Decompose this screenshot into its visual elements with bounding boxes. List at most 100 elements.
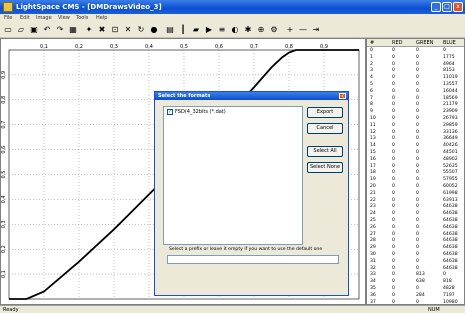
table-row[interactable]: 32 0 0 64638 — [367, 265, 464, 272]
refresh-icon[interactable]: ↻ — [136, 25, 146, 35]
table-row[interactable]: 36 0 284 7197 — [367, 292, 464, 299]
table-row[interactable]: 12 0 0 33136 — [367, 129, 464, 136]
table-row[interactable]: 5 0 0 13557 — [367, 82, 464, 88]
table-row[interactable]: 31 0 0 64638 — [367, 259, 464, 265]
table-row[interactable]: 9 0 0 23909 — [367, 109, 464, 115]
table-row[interactable]: 23 0 0 64638 — [367, 204, 464, 210]
prefix-input[interactable] — [167, 255, 339, 264]
cell-green: 0 — [416, 286, 419, 291]
close-button[interactable]: x — [453, 2, 463, 12]
table-row[interactable]: 11 0 0 29859 — [367, 123, 464, 129]
format-item[interactable]: ✓ FSD(4_32bits (*.dat) — [167, 109, 301, 117]
cell-red: 0 — [392, 136, 395, 142]
select-none-button[interactable]: Select None — [307, 162, 343, 173]
table-row[interactable]: 0 0 0 0 — [367, 48, 464, 54]
cell-index: 13 — [370, 136, 376, 142]
export-button[interactable]: Export — [307, 107, 343, 118]
dialog-close-button[interactable]: x — [339, 93, 346, 99]
menu-image[interactable]: Image — [36, 15, 52, 21]
table-row[interactable]: 24 0 0 64638 — [367, 211, 464, 217]
table-row[interactable]: 10 0 0 26793 — [367, 116, 464, 122]
cell-green: 284 — [416, 292, 425, 298]
table-row[interactable]: 27 0 0 64638 — [367, 231, 464, 238]
arrows-icon[interactable]: ⇥ — [311, 25, 321, 35]
table-row[interactable]: 21 0 0 61998 — [367, 191, 464, 197]
cell-red: 0 — [392, 184, 395, 189]
table-row[interactable]: 33 0 813 0 — [367, 272, 464, 278]
table-row[interactable]: 18 0 0 55507 — [367, 170, 464, 176]
maximize-button[interactable]: □ — [442, 2, 452, 12]
menu-file[interactable]: File — [4, 15, 12, 21]
table-row[interactable]: 25 0 0 64638 — [367, 218, 464, 224]
plot-icon[interactable]: ▰ — [191, 25, 201, 35]
cell-blue: 64638 — [443, 231, 458, 237]
menu-view[interactable]: View — [58, 15, 70, 21]
header-blue: BLUE — [443, 40, 456, 46]
format-checkbox[interactable]: ✓ — [167, 109, 173, 115]
x-tick-label: 0,8 — [285, 44, 293, 50]
ruler-icon[interactable]: ≡ — [217, 25, 227, 35]
table-row[interactable]: 35 0 0 4828 — [367, 286, 464, 292]
cell-index: 12 — [370, 129, 376, 135]
cell-index: 32 — [370, 265, 376, 271]
crop-icon[interactable]: ⊡ — [110, 25, 120, 35]
x-tick-label: 0,6 — [215, 44, 223, 50]
table-row[interactable]: 15 0 0 44501 — [367, 150, 464, 156]
table-row[interactable]: 28 0 0 64638 — [367, 238, 464, 244]
chart-icon[interactable]: ▤ — [165, 25, 175, 35]
table-row[interactable]: 16 0 0 48902 — [367, 157, 464, 163]
vertical-icon[interactable]: ┃ — [178, 25, 188, 35]
undo-icon[interactable]: ↶ — [42, 25, 52, 35]
table-row[interactable]: 26 0 0 64638 — [367, 225, 464, 231]
open-folder-icon[interactable]: ▱ — [16, 25, 26, 35]
formats-list[interactable]: ✓ FSD(4_32bits (*.dat) — [163, 106, 303, 245]
save-icon[interactable]: ▣ — [29, 25, 39, 35]
minimize-button[interactable]: _ — [431, 2, 441, 12]
table-row[interactable]: 19 0 0 57955 — [367, 177, 464, 183]
cell-green: 0 — [416, 102, 419, 108]
table-row[interactable]: 3 0 0 8153 — [367, 68, 464, 74]
table-row[interactable]: 2 0 0 4964 — [367, 62, 464, 68]
palette-icon[interactable]: ◐ — [230, 25, 240, 35]
table-row[interactable]: 20 0 0 60052 — [367, 184, 464, 190]
table-row[interactable]: 4 0 0 11019 — [367, 75, 464, 81]
x-tick-label: 0,5 — [180, 44, 188, 50]
x-icon[interactable]: ✕ — [123, 25, 133, 35]
table-row[interactable]: 30 0 0 64638 — [367, 252, 464, 258]
circle-icon[interactable]: ● — [149, 25, 159, 35]
lut-table[interactable]: # RED GREEN BLUE 0 0 0 0 1 0 0 1775 2 0 0 4964 3 0 0 81… — [366, 38, 465, 305]
table-row[interactable]: 17 0 0 52635 — [367, 164, 464, 170]
menu-tools[interactable]: Tools — [76, 15, 88, 21]
cancel-button[interactable]: Cancel — [307, 123, 343, 134]
table-row[interactable]: 13 0 0 36649 — [367, 136, 464, 142]
filter-icon[interactable]: ⊕ — [256, 25, 266, 35]
table-row[interactable]: 1 0 0 1775 — [367, 55, 464, 61]
settings-icon[interactable]: ✱ — [243, 25, 253, 35]
table-row[interactable]: 8 0 0 21179 — [367, 102, 464, 108]
table-row[interactable]: 29 0 0 64638 — [367, 245, 464, 251]
new-file-icon[interactable]: ▭ — [3, 25, 13, 35]
table-row[interactable]: 14 0 0 40426 — [367, 143, 464, 149]
table-row[interactable]: 6 0 0 16044 — [367, 89, 464, 95]
plus-icon[interactable]: + — [285, 25, 295, 35]
table-row[interactable]: 7 0 0 18569 — [367, 96, 464, 102]
cell-red: 0 — [392, 238, 395, 244]
minus-icon[interactable]: — — [298, 25, 308, 35]
select-all-button[interactable]: Select All — [307, 146, 343, 157]
title-bar[interactable]: LightSpace CMS - [DMDrawsVideo_3] _ □ x — [0, 0, 465, 14]
grid-icon[interactable]: ▦ — [68, 25, 78, 35]
dialog-title-bar[interactable]: Select the formats x — [155, 92, 348, 100]
table-row[interactable]: 34 0 638 818 — [367, 279, 464, 285]
y-tick-label: 0,1 — [1, 270, 7, 278]
cross-icon[interactable]: ✖ — [97, 25, 107, 35]
redo-icon[interactable]: ↷ — [55, 25, 65, 35]
cell-blue: 11019 — [443, 75, 458, 81]
arrow-icon[interactable]: ▶ — [204, 25, 214, 35]
tools-icon[interactable]: ⚙ — [269, 25, 279, 35]
cell-green: 0 — [416, 231, 419, 237]
pointer-icon[interactable]: ✦ — [84, 25, 94, 35]
menu-edit[interactable]: Edit — [20, 15, 30, 21]
cell-blue: 64638 — [443, 238, 458, 244]
menu-help[interactable]: Help — [96, 15, 107, 21]
table-row[interactable]: 22 0 0 63913 — [367, 198, 464, 204]
